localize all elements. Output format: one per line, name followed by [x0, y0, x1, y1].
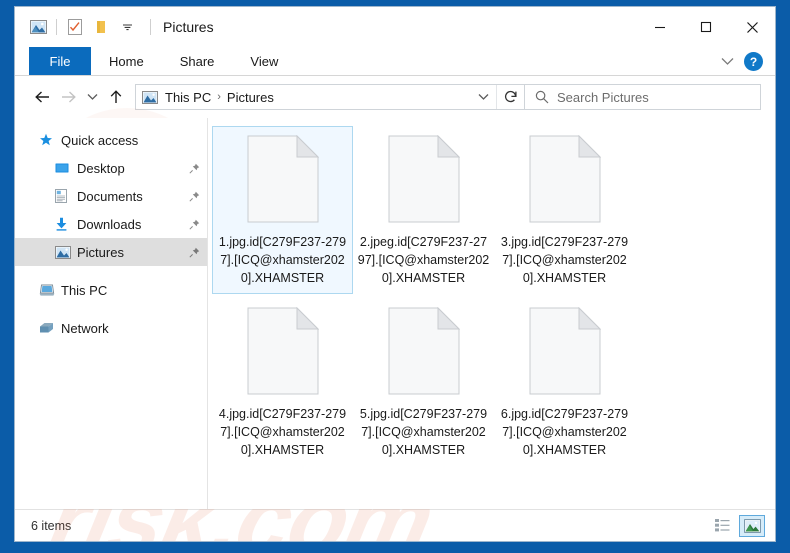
file-item[interactable]: 6.jpg.id[C279F237-2797].[ICQ@xhamster202… — [494, 298, 635, 466]
thispc-icon — [39, 284, 61, 297]
window-controls — [637, 7, 775, 47]
help-icon[interactable]: ? — [744, 52, 763, 71]
sidebar-gap-2 — [15, 304, 207, 314]
sidebar-label: This PC — [61, 282, 108, 298]
sidebar-item-network[interactable]: Network — [15, 314, 207, 342]
customize-dropdown-icon[interactable] — [114, 15, 140, 39]
recent-locations-icon[interactable] — [81, 84, 103, 110]
sidebar-item-downloads[interactable]: Downloads — [15, 210, 207, 238]
file-name: 5.jpg.id[C279F237-2797].[ICQ@xhamster202… — [359, 407, 488, 457]
breadcrumb-this-pc[interactable]: This PC — [162, 90, 214, 105]
explorer-body: 7 risk.com Quick access — [15, 108, 775, 541]
blank-file-icon — [517, 131, 613, 227]
maximize-button[interactable] — [683, 7, 729, 47]
file-name: 4.jpg.id[C279F237-2797].[ICQ@xhamster202… — [218, 407, 347, 457]
pictures-folder-icon[interactable] — [25, 15, 51, 39]
ribbon-right-controls: ? — [714, 47, 767, 76]
sidebar-label: Quick access — [61, 132, 139, 148]
title-bar: Pictures — [15, 7, 775, 47]
properties-icon[interactable] — [62, 15, 88, 39]
ribbon-divider — [15, 75, 775, 76]
large-icons-view-button[interactable] — [739, 514, 765, 537]
star-icon — [39, 133, 61, 147]
desktop-icon — [55, 162, 77, 174]
file-list-pane[interactable]: 1.jpg.id[C279F237-2797].[ICQ@xhamster202… — [208, 118, 775, 509]
sidebar-item-pictures[interactable]: Pictures — [15, 238, 207, 266]
up-button[interactable] — [103, 84, 129, 110]
toolbar-separator-1 — [56, 19, 57, 35]
sidebar-label: Downloads — [77, 216, 142, 232]
breadcrumb: This PC › Pictures — [162, 90, 277, 105]
pin-icon[interactable] — [181, 247, 207, 258]
blank-file-icon — [235, 303, 331, 399]
address-bar[interactable]: This PC › Pictures — [135, 84, 525, 110]
blank-file-icon — [376, 131, 472, 227]
ribbon-tab-bar: File Home Share View ? — [15, 47, 775, 76]
sidebar-label: Pictures — [77, 244, 124, 260]
status-bar: 6 items — [15, 509, 775, 541]
sidebar-item-documents[interactable]: Documents — [15, 182, 207, 210]
file-item[interactable]: 3.jpg.id[C279F237-2797].[ICQ@xhamster202… — [494, 126, 635, 294]
file-item[interactable]: 5.jpg.id[C279F237-2797].[ICQ@xhamster202… — [353, 298, 494, 466]
chevron-down-icon[interactable] — [714, 50, 740, 74]
sidebar-item-desktop[interactable]: Desktop — [15, 154, 207, 182]
tab-share[interactable]: Share — [162, 47, 233, 76]
refresh-icon[interactable] — [496, 85, 524, 109]
address-bar-row: This PC › Pictures Search Pictures — [15, 76, 775, 118]
sidebar-item-quick-access[interactable]: Quick access — [15, 126, 207, 154]
downloads-icon — [55, 217, 77, 231]
file-item[interactable]: 2.jpeg.id[C279F237-2797].[ICQ@xhamster20… — [353, 126, 494, 294]
file-name: 3.jpg.id[C279F237-2797].[ICQ@xhamster202… — [500, 235, 629, 285]
file-name: 2.jpeg.id[C279F237-2797].[ICQ@xhamster20… — [357, 235, 490, 285]
pin-icon[interactable] — [181, 219, 207, 230]
search-placeholder: Search Pictures — [557, 89, 649, 105]
sidebar-label: Documents — [77, 188, 143, 204]
file-name: 1.jpg.id[C279F237-2797].[ICQ@xhamster202… — [218, 235, 347, 285]
pin-icon[interactable] — [181, 191, 207, 202]
details-view-button[interactable] — [709, 515, 735, 537]
sidebar-label: Network — [61, 320, 109, 336]
address-pictures-icon — [136, 90, 162, 104]
search-input[interactable]: Search Pictures — [525, 84, 761, 110]
sidebar-item-this-pc[interactable]: This PC — [15, 276, 207, 304]
view-mode-buttons — [709, 510, 765, 541]
minimize-button[interactable] — [637, 7, 683, 47]
file-explorer-window: Pictures File Home Share View ? This PC … — [14, 6, 776, 542]
sidebar-label: Desktop — [77, 160, 125, 176]
file-item[interactable]: 4.jpg.id[C279F237-2797].[ICQ@xhamster202… — [212, 298, 353, 466]
address-dropdown-icon[interactable] — [472, 85, 494, 109]
sidebar-gap-1 — [15, 266, 207, 276]
documents-icon — [55, 189, 77, 203]
item-count-label: 6 items — [31, 518, 72, 533]
pictures-icon — [55, 245, 77, 259]
quick-access-toolbar — [15, 15, 140, 39]
close-button[interactable] — [729, 7, 775, 47]
blank-file-icon — [517, 303, 613, 399]
blank-file-icon — [376, 303, 472, 399]
file-grid: 1.jpg.id[C279F237-2797].[ICQ@xhamster202… — [208, 118, 775, 470]
network-icon — [39, 322, 61, 335]
breadcrumb-pictures[interactable]: Pictures — [224, 90, 277, 105]
navigation-pane: Quick access Desktop Documents Downloads… — [15, 118, 207, 509]
breadcrumb-separator-icon: › — [217, 91, 221, 103]
file-item[interactable]: 1.jpg.id[C279F237-2797].[ICQ@xhamster202… — [212, 126, 353, 294]
new-folder-icon[interactable] — [88, 15, 114, 39]
pin-icon[interactable] — [181, 163, 207, 174]
screenshot-root: Pictures File Home Share View ? This PC … — [0, 0, 790, 553]
file-name: 6.jpg.id[C279F237-2797].[ICQ@xhamster202… — [500, 407, 629, 457]
tab-view[interactable]: View — [232, 47, 296, 76]
window-title: Pictures — [150, 19, 214, 35]
search-icon — [535, 90, 549, 104]
tab-file[interactable]: File — [29, 47, 91, 76]
back-button[interactable] — [29, 84, 55, 110]
tab-home[interactable]: Home — [91, 47, 162, 76]
blank-file-icon — [235, 131, 331, 227]
forward-button[interactable] — [55, 84, 81, 110]
